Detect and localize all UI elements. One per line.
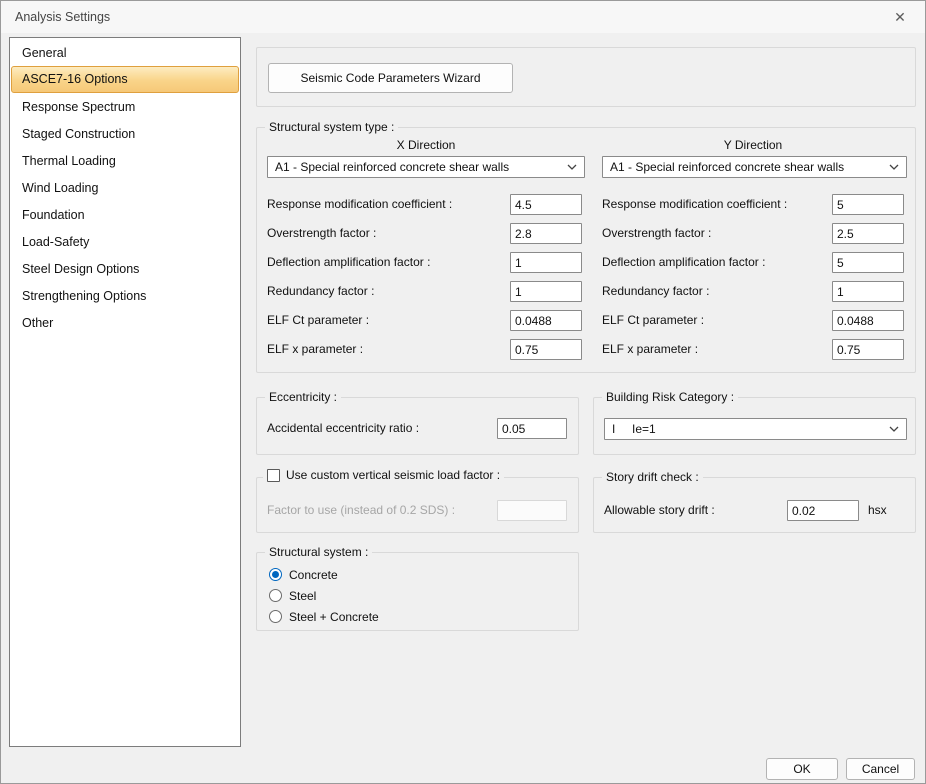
factor-to-use-input bbox=[497, 500, 567, 521]
y-elf-x-parameter-input[interactable] bbox=[832, 339, 904, 360]
y-response-modification-input[interactable] bbox=[832, 194, 904, 215]
radio-option-steel-concrete[interactable]: Steel + Concrete bbox=[269, 608, 379, 625]
y-redundancy-factor-label: Redundancy factor : bbox=[602, 281, 709, 302]
title-bar: Analysis Settings ✕ bbox=[1, 1, 925, 33]
chevron-down-icon bbox=[889, 164, 899, 170]
y-direction-dropdown-value: A1 - Special reinforced concrete shear w… bbox=[610, 160, 844, 174]
steel-concrete-radio-label: Steel + Concrete bbox=[289, 610, 379, 624]
analysis-settings-dialog: Analysis Settings ✕ General ASCE7-16 Opt… bbox=[0, 0, 926, 784]
steel-radio-label: Steel bbox=[289, 589, 316, 603]
close-icon: ✕ bbox=[894, 9, 906, 26]
structural-system-group-label: Structural system : bbox=[265, 545, 372, 559]
seismic-wizard-button[interactable]: Seismic Code Parameters Wizard bbox=[268, 63, 513, 93]
sidebar-item-foundation[interactable]: Foundation bbox=[11, 201, 239, 228]
accidental-eccentricity-label: Accidental eccentricity ratio : bbox=[267, 418, 419, 439]
x-redundancy-factor-input[interactable] bbox=[510, 281, 582, 302]
custom-vertical-factor-group: Use custom vertical seismic load factor … bbox=[256, 477, 579, 533]
building-risk-category-group: Building Risk Category : I Ie=1 bbox=[593, 397, 916, 455]
y-response-modification-label: Response modification coefficient : bbox=[602, 194, 787, 215]
steel-radio[interactable] bbox=[269, 589, 282, 602]
accidental-eccentricity-input[interactable] bbox=[497, 418, 567, 439]
y-elf-ct-parameter-input[interactable] bbox=[832, 310, 904, 331]
x-overstrength-factor-input[interactable] bbox=[510, 223, 582, 244]
sidebar-item-staged-construction[interactable]: Staged Construction bbox=[11, 120, 239, 147]
window-title: Analysis Settings bbox=[15, 1, 110, 33]
x-direction-dropdown[interactable]: A1 - Special reinforced concrete shear w… bbox=[267, 156, 585, 178]
radio-option-concrete[interactable]: Concrete bbox=[269, 566, 338, 583]
x-elf-ct-parameter-input[interactable] bbox=[510, 310, 582, 331]
x-elf-x-parameter-label: ELF x parameter : bbox=[267, 339, 363, 360]
x-response-modification-input[interactable] bbox=[510, 194, 582, 215]
chevron-down-icon bbox=[567, 164, 577, 170]
x-elf-ct-parameter-label: ELF Ct parameter : bbox=[267, 310, 369, 331]
eccentricity-group: Eccentricity : Accidental eccentricity r… bbox=[256, 397, 579, 455]
x-elf-x-parameter-input[interactable] bbox=[510, 339, 582, 360]
sidebar-item-load-safety[interactable]: Load-Safety bbox=[11, 228, 239, 255]
close-button[interactable]: ✕ bbox=[883, 1, 917, 33]
custom-vertical-factor-checkbox-label: Use custom vertical seismic load factor … bbox=[286, 468, 500, 482]
y-deflection-amplification-label: Deflection amplification factor : bbox=[602, 252, 765, 273]
ok-button[interactable]: OK bbox=[766, 758, 838, 780]
sidebar-item-response-spectrum[interactable]: Response Spectrum bbox=[11, 93, 239, 120]
building-risk-category-group-label: Building Risk Category : bbox=[602, 390, 738, 404]
sidebar-item-general[interactable]: General bbox=[11, 39, 239, 66]
steel-concrete-radio[interactable] bbox=[269, 610, 282, 623]
allowable-story-drift-label: Allowable story drift : bbox=[604, 500, 715, 521]
risk-category-dropdown-value: I Ie=1 bbox=[612, 422, 656, 436]
x-direction-header: X Direction bbox=[262, 138, 590, 152]
x-deflection-amplification-label: Deflection amplification factor : bbox=[267, 252, 430, 273]
story-drift-group: Story drift check : Allowable story drif… bbox=[593, 477, 916, 533]
concrete-radio-label: Concrete bbox=[289, 568, 338, 582]
sidebar-item-wind-loading[interactable]: Wind Loading bbox=[11, 174, 239, 201]
concrete-radio[interactable] bbox=[269, 568, 282, 581]
allowable-story-drift-input[interactable] bbox=[787, 500, 859, 521]
y-overstrength-factor-label: Overstrength factor : bbox=[602, 223, 711, 244]
x-redundancy-factor-label: Redundancy factor : bbox=[267, 281, 374, 302]
y-redundancy-factor-input[interactable] bbox=[832, 281, 904, 302]
risk-category-dropdown[interactable]: I Ie=1 bbox=[604, 418, 907, 440]
y-elf-x-parameter-label: ELF x parameter : bbox=[602, 339, 698, 360]
cancel-button[interactable]: Cancel bbox=[846, 758, 915, 780]
structural-system-type-group: Structural system type : X Direction Y D… bbox=[256, 127, 916, 373]
chevron-down-icon bbox=[889, 426, 899, 432]
structural-system-type-group-label: Structural system type : bbox=[265, 120, 398, 134]
custom-vertical-factor-legend: Use custom vertical seismic load factor … bbox=[263, 468, 504, 482]
eccentricity-group-label: Eccentricity : bbox=[265, 390, 341, 404]
x-response-modification-label: Response modification coefficient : bbox=[267, 194, 452, 215]
x-deflection-amplification-input[interactable] bbox=[510, 252, 582, 273]
y-direction-dropdown[interactable]: A1 - Special reinforced concrete shear w… bbox=[602, 156, 907, 178]
sidebar-item-other[interactable]: Other bbox=[11, 309, 239, 336]
y-elf-ct-parameter-label: ELF Ct parameter : bbox=[602, 310, 704, 331]
y-deflection-amplification-input[interactable] bbox=[832, 252, 904, 273]
sidebar-item-strengthening-options[interactable]: Strengthening Options bbox=[11, 282, 239, 309]
hsx-unit-label: hsx bbox=[868, 500, 887, 521]
y-direction-header: Y Direction bbox=[597, 138, 909, 152]
story-drift-group-label: Story drift check : bbox=[602, 470, 703, 484]
y-overstrength-factor-input[interactable] bbox=[832, 223, 904, 244]
sidebar-item-thermal-loading[interactable]: Thermal Loading bbox=[11, 147, 239, 174]
sidebar-item-steel-design-options[interactable]: Steel Design Options bbox=[11, 255, 239, 282]
x-direction-dropdown-value: A1 - Special reinforced concrete shear w… bbox=[275, 160, 509, 174]
settings-nav: General ASCE7-16 Options Response Spectr… bbox=[9, 37, 241, 747]
structural-system-group: Structural system : Concrete Steel Steel… bbox=[256, 552, 579, 631]
radio-option-steel[interactable]: Steel bbox=[269, 587, 316, 604]
factor-to-use-label: Factor to use (instead of 0.2 SDS) : bbox=[267, 500, 455, 521]
sidebar-item-asce7-16-options[interactable]: ASCE7-16 Options bbox=[11, 66, 239, 93]
x-overstrength-factor-label: Overstrength factor : bbox=[267, 223, 376, 244]
custom-vertical-factor-checkbox[interactable] bbox=[267, 469, 280, 482]
